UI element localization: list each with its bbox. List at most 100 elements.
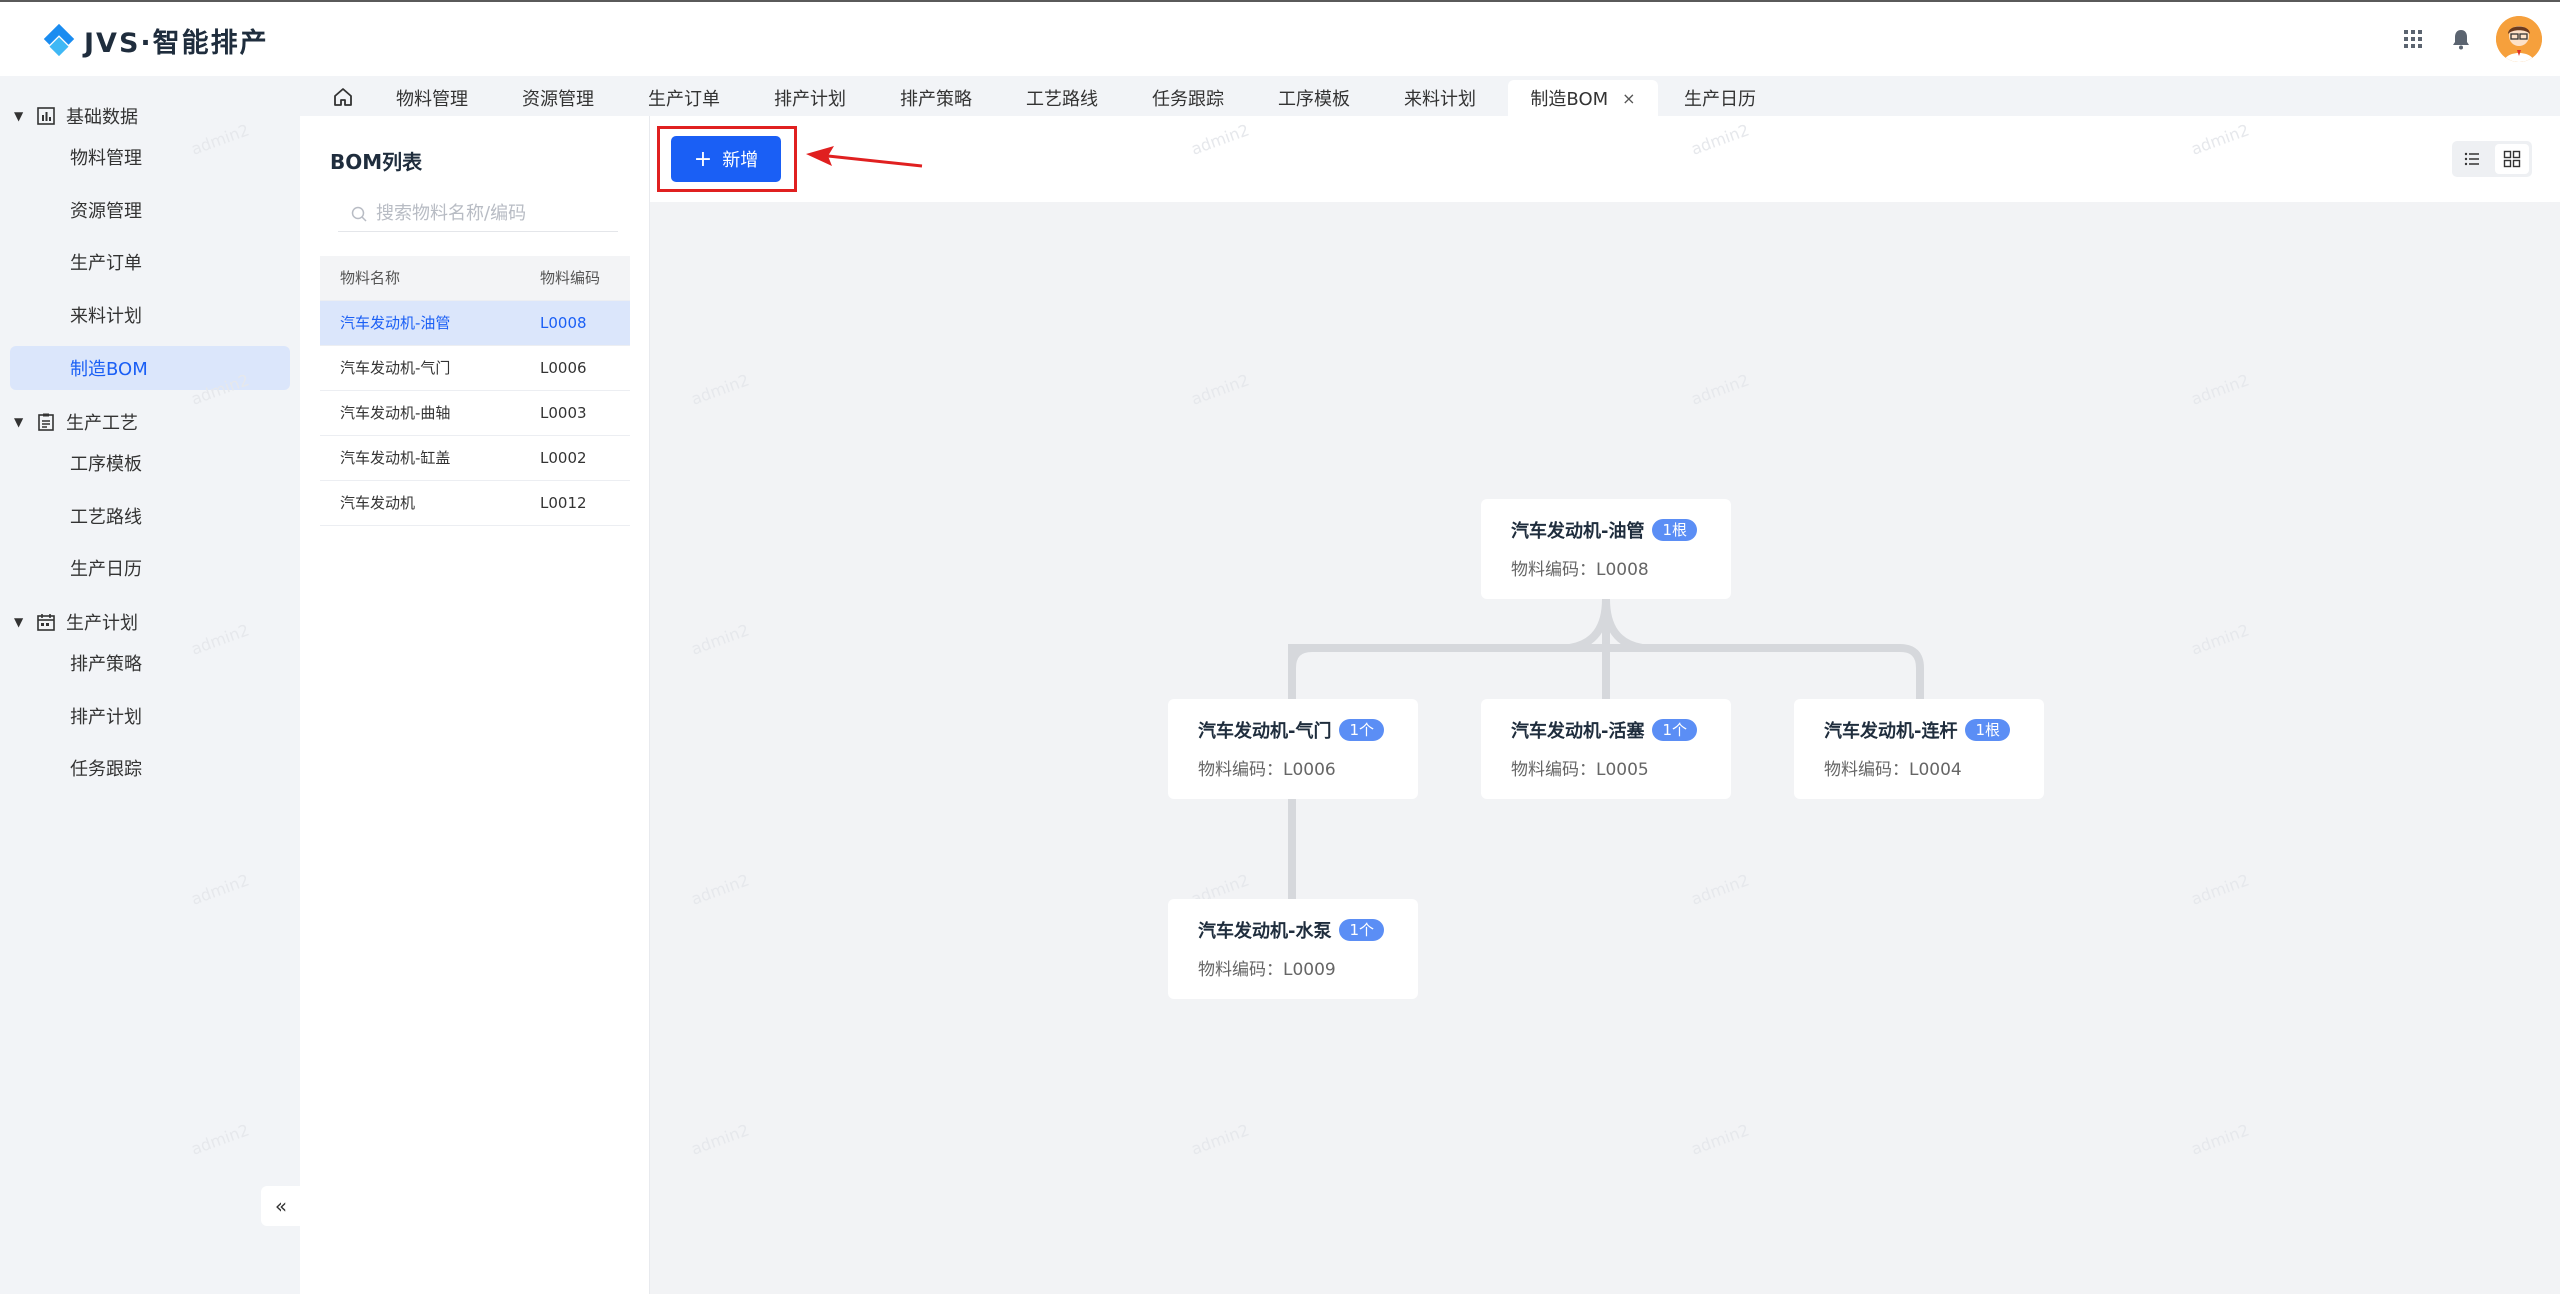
quantity-badge: 1根 [1652,519,1698,541]
logo-icon [43,23,75,57]
quantity-badge: 1个 [1339,919,1385,941]
bom-list-title: BOM列表 [330,150,423,174]
clipboard-icon [38,413,54,431]
tab-label: 制造BOM [1530,89,1609,110]
tab-resource[interactable]: 资源管理 [508,80,608,116]
table-row[interactable]: 汽车发动机-缸盖 L0002 [320,436,630,481]
node-name: 汽车发动机-水泵 [1198,921,1332,942]
sidebar-collapse-button[interactable]: « [261,1186,301,1226]
sidebar-group-production-plan[interactable]: ▼ 生产计划 [14,605,138,639]
node-code: 物料编码：L0009 [1198,955,1336,980]
bom-node-piston[interactable]: 汽车发动机-活塞 1个 物料编码：L0005 [1481,699,1731,799]
tab-material[interactable]: 物料管理 [382,80,482,116]
list-icon [2464,152,2479,166]
table-row[interactable]: 汽车发动机 L0012 [320,481,630,526]
material-name-cell: 汽车发动机-油管 [340,314,451,332]
tab-production-calendar[interactable]: 生产日历 [1670,80,1770,116]
node-name: 汽车发动机-连杆 [1824,721,1958,742]
list-view-button[interactable] [2455,144,2489,174]
code-label: 物料编码： [1824,760,1909,780]
sidebar-item-process-route[interactable]: 工艺路线 [10,494,290,538]
node-title: 汽车发动机-油管 1根 [1511,517,1698,543]
sidebar-item-production-calendar[interactable]: 生产日历 [10,546,290,590]
plus-icon: + [693,146,713,172]
node-name: 汽车发动机-气门 [1198,721,1332,742]
bom-node-pump[interactable]: 汽车发动机-水泵 1个 物料编码：L0009 [1168,899,1418,999]
quantity-badge: 1根 [1965,719,2011,741]
code-value: L0005 [1596,760,1649,780]
calendar-icon [37,614,55,631]
sidebar-group-label: 生产工艺 [66,413,138,434]
add-button[interactable]: + 新增 [671,136,781,182]
sidebar-group-process[interactable]: ▼ 生产工艺 [14,405,138,439]
top-right-actions [2400,16,2542,62]
tab-scheduling-strategy[interactable]: 排产策略 [886,80,986,116]
code-value: L0006 [1283,760,1336,780]
view-toggle [2452,141,2532,177]
material-code-cell: L0006 [540,359,587,377]
tab-process-template[interactable]: 工序模板 [1264,80,1364,116]
material-name-cell: 汽车发动机-曲轴 [340,404,451,422]
node-title: 汽车发动机-气门 1个 [1198,717,1385,743]
apps-grid-icon[interactable] [2400,26,2426,52]
sidebar-group-label: 基础数据 [66,107,138,128]
grid-icon [2503,150,2521,168]
sidebar-group-basic-data[interactable]: ▼ 基础数据 [14,99,138,133]
bar-chart-icon [37,107,55,125]
close-icon[interactable]: × [1622,89,1635,108]
code-value: L0004 [1909,760,1962,780]
tab-task-tracking[interactable]: 任务跟踪 [1138,80,1238,116]
node-code: 物料编码：L0006 [1198,755,1336,780]
sidebar-item-material[interactable]: 物料管理 [10,135,290,179]
node-code: 物料编码：L0005 [1511,755,1649,780]
code-value: L0008 [1596,560,1649,580]
material-code-cell: L0003 [540,404,587,422]
main-toolbar [650,116,2560,202]
node-title: 汽车发动机-连杆 1根 [1824,717,2011,743]
node-title: 汽车发动机-活塞 1个 [1511,717,1698,743]
sidebar-item-process-template[interactable]: 工序模板 [10,441,290,485]
top-bar: JVS·智能排产 [0,0,2560,76]
sidebar-item-resource[interactable]: 资源管理 [10,188,290,232]
tab-production-order[interactable]: 生产订单 [634,80,734,116]
tab-incoming-plan[interactable]: 来料计划 [1390,80,1490,116]
code-label: 物料编码： [1198,760,1283,780]
node-name: 汽车发动机-油管 [1511,521,1645,542]
table-row[interactable]: 汽车发动机-曲轴 L0003 [320,391,630,436]
column-header-name: 物料名称 [340,269,401,287]
sidebar-item-scheduling-plan[interactable]: 排产计划 [10,694,290,738]
caret-down-icon: ▼ [14,109,24,123]
code-label: 物料编码： [1511,760,1596,780]
code-label: 物料编码： [1511,560,1596,580]
node-name: 汽车发动机-活塞 [1511,721,1645,742]
bom-node-rod[interactable]: 汽车发动机-连杆 1根 物料编码：L0004 [1794,699,2044,799]
tree-view-button[interactable] [2495,144,2529,174]
table-row[interactable]: 汽车发动机-油管 L0008 [320,301,630,346]
caret-down-icon: ▼ [14,415,24,429]
app-logo[interactable]: JVS·智能排产 [40,18,269,62]
column-header-code: 物料编码 [540,269,601,287]
red-arrow-annotation [806,146,923,168]
bom-node-valve[interactable]: 汽车发动机-气门 1个 物料编码：L0006 [1168,699,1418,799]
tab-scheduling-plan[interactable]: 排产计划 [760,80,860,116]
code-label: 物料编码： [1198,960,1283,980]
caret-down-icon: ▼ [14,615,24,629]
home-icon[interactable] [332,86,354,108]
sidebar-item-production-order[interactable]: 生产订单 [10,240,290,284]
material-code-cell: L0002 [540,449,587,467]
tab-process-route[interactable]: 工艺路线 [1012,80,1112,116]
avatar[interactable] [2496,16,2542,62]
bom-node-root[interactable]: 汽车发动机-油管 1根 物料编码：L0008 [1481,499,1731,599]
sidebar-item-task-tracking[interactable]: 任务跟踪 [10,746,290,790]
sidebar-group-label: 生产计划 [66,613,138,634]
search-box[interactable] [338,196,618,232]
quantity-badge: 1个 [1339,719,1385,741]
search-input[interactable] [376,203,616,224]
sidebar-item-scheduling-strategy[interactable]: 排产策略 [10,641,290,685]
bell-icon[interactable] [2448,26,2474,52]
tab-manufacturing-bom[interactable]: 制造BOM × [1508,80,1658,116]
table-row[interactable]: 汽车发动机-气门 L0006 [320,346,630,391]
sidebar-item-incoming-plan[interactable]: 来料计划 [10,293,290,337]
material-code-cell: L0012 [540,494,587,512]
sidebar-item-manufacturing-bom[interactable]: 制造BOM [10,346,290,390]
